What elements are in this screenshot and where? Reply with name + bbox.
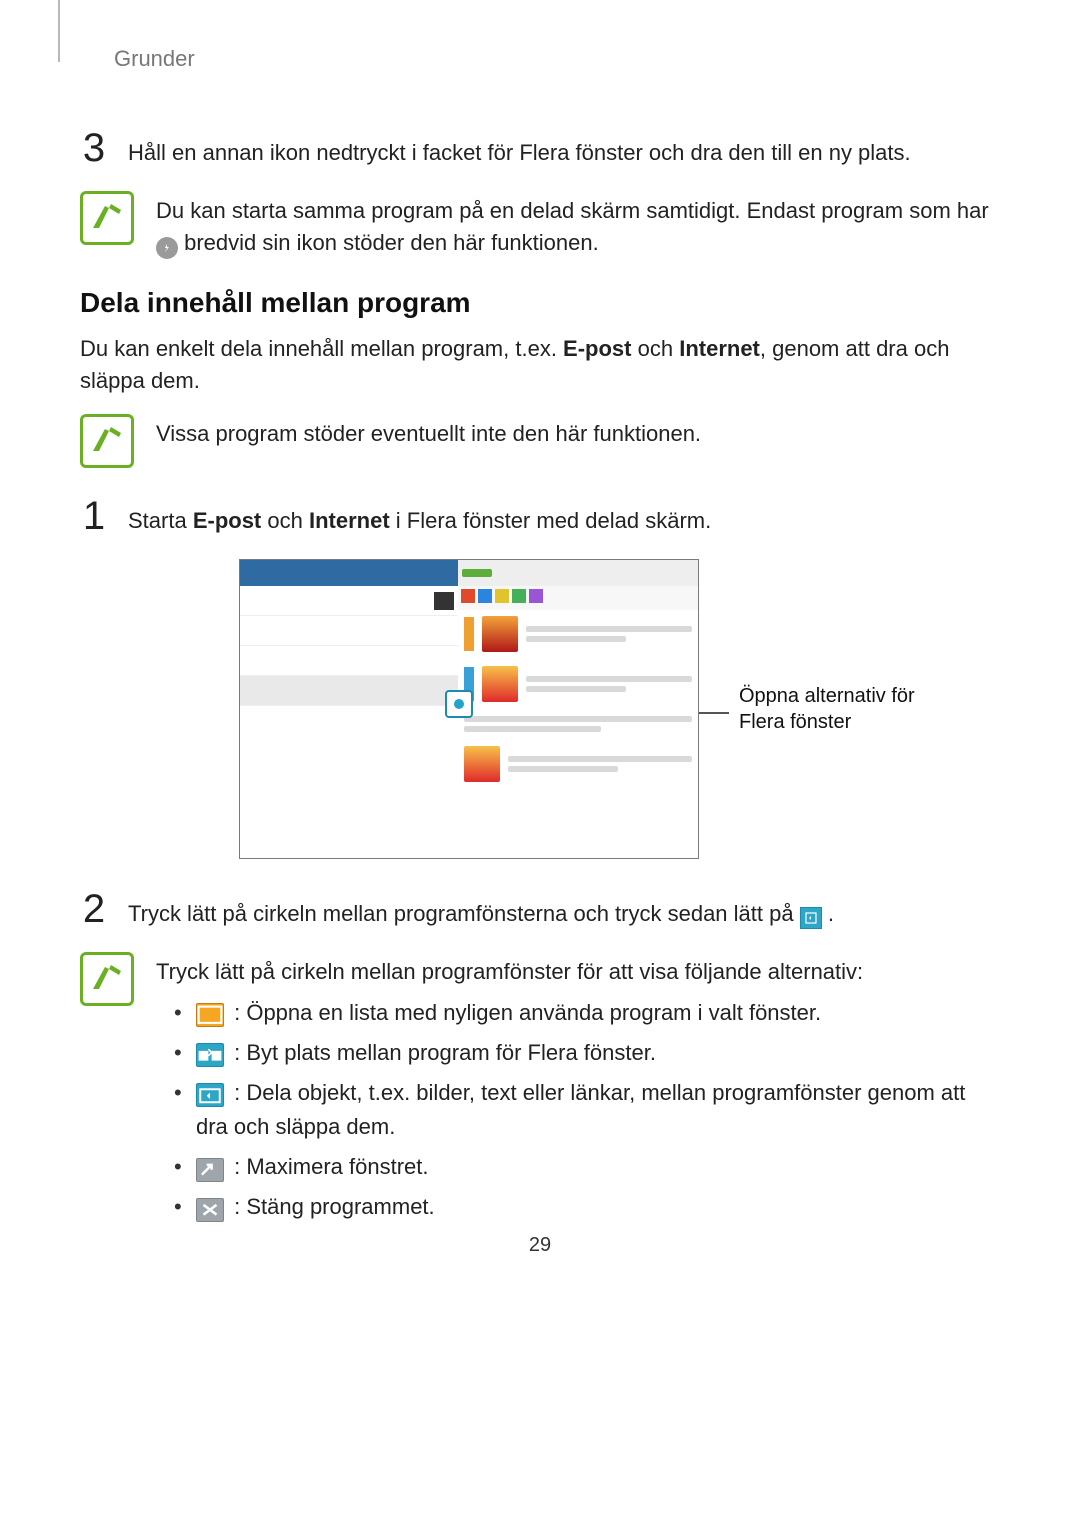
step-number: 2 — [80, 889, 108, 930]
note-1: Du kan starta samma program på en delad … — [80, 191, 1000, 259]
share-content-icon — [196, 1083, 224, 1107]
list-item: : Stäng programmet. — [174, 1190, 1000, 1224]
note-icon — [80, 952, 134, 1006]
figure: Öppna alternativ för Flera fönster — [58, 559, 1000, 859]
page-number: 29 — [0, 1234, 1080, 1257]
note-text: Vissa program stöder eventuellt inte den… — [156, 414, 1000, 468]
note-text: Du kan starta samma program på en delad … — [156, 191, 1000, 259]
option-list: : Öppna en lista med nyligen använda pro… — [174, 996, 1000, 1225]
step-text: Starta E-post och Internet i Flera fönst… — [128, 496, 1000, 537]
maximize-icon — [196, 1158, 224, 1182]
callout: Öppna alternativ för Flera fönster — [699, 683, 939, 735]
list-item: : Maximera fönstret. — [174, 1150, 1000, 1184]
note-body: Tryck lätt på cirkeln mellan programföns… — [156, 952, 1000, 1230]
step-text: Håll en annan ikon nedtryckt i facket fö… — [128, 128, 1000, 169]
note-2: Vissa program stöder eventuellt inte den… — [80, 414, 1000, 468]
step-text: Tryck lätt på cirkeln mellan programföns… — [128, 889, 1000, 930]
close-icon — [196, 1198, 224, 1222]
step-1: 1 Starta E-post och Internet i Flera fön… — [80, 496, 1000, 537]
list-item: : Dela objekt, t.ex. bilder, text eller … — [174, 1076, 1000, 1144]
note-icon — [80, 414, 134, 468]
share-icon — [800, 907, 822, 929]
screenshot-left-app — [240, 560, 460, 858]
multiwindow-handle-icon — [445, 690, 473, 718]
device-screenshot — [239, 559, 699, 859]
swap-windows-icon — [196, 1043, 224, 1067]
split-support-icon — [156, 237, 178, 259]
intro-paragraph: Du kan enkelt dela innehåll mellan progr… — [80, 333, 978, 397]
screenshot-right-app — [458, 560, 698, 858]
recent-apps-icon — [196, 1003, 224, 1027]
callout-text: Öppna alternativ för Flera fönster — [739, 683, 939, 735]
list-item: : Byt plats mellan program för Flera fön… — [174, 1036, 1000, 1070]
note-text-b: bredvid sin ikon stöder den här funktion… — [184, 230, 599, 255]
step-2: 2 Tryck lätt på cirkeln mellan programfö… — [80, 889, 1000, 930]
step-number: 1 — [80, 496, 108, 537]
header-divider — [58, 0, 60, 62]
note-text-a: Du kan starta samma program på en delad … — [156, 198, 989, 223]
page-header: Grunder — [114, 46, 1000, 72]
note-icon — [80, 191, 134, 245]
note-3: Tryck lätt på cirkeln mellan programföns… — [80, 952, 1000, 1230]
list-item: : Öppna en lista med nyligen använda pro… — [174, 996, 1000, 1030]
step-3: 3 Håll en annan ikon nedtryckt i facket … — [80, 128, 1000, 169]
step-number: 3 — [80, 128, 108, 169]
note-intro: Tryck lätt på cirkeln mellan programföns… — [156, 956, 1000, 988]
section-heading: Dela innehåll mellan program — [80, 287, 1000, 319]
